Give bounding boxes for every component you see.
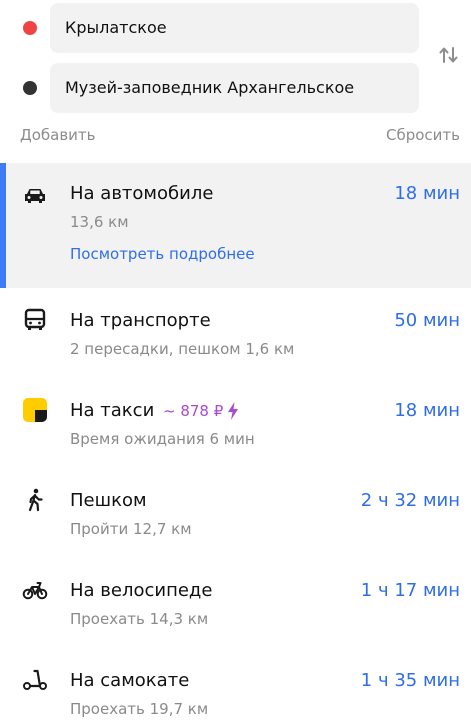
route-title: На велосипеде [70,580,213,601]
route-details-link[interactable]: Посмотреть подробнее [70,245,255,263]
route-option-scooter[interactable]: На самокате 1 ч 35 мин Проехать 19,7 км [0,650,471,723]
route-option-transit[interactable]: На транспорте 50 мин 2 пересадки, пешком… [0,290,471,374]
route-point-end: Музей-заповедник Архангельское [0,63,471,113]
bicycle-icon [22,582,48,600]
end-point-dot [23,81,37,95]
route-option-taxi[interactable]: На такси ~ 878 ₽ 18 мин Время ожидания 6… [0,380,471,464]
route-title: На транспорте [70,310,211,331]
route-option-bicycle[interactable]: На велосипеде 1 ч 17 мин Проехать 14,3 к… [0,560,471,644]
route-details: Пройти 12,7 км [70,520,192,538]
route-option-walk[interactable]: Пешком 2 ч 32 мин Пройти 12,7 км [0,470,471,554]
taxi-price: ~ 878 ₽ [163,402,224,420]
route-point-start: Крылатское [0,3,471,53]
taxi-wait-time: Время ожидания 6 мин [70,430,255,448]
route-actions: Добавить Сбросить [0,126,471,148]
scooter-icon [23,669,47,690]
pedestrian-icon [28,488,43,512]
end-point-field[interactable]: Музей-заповедник Архангельское [50,63,419,113]
start-point-field[interactable]: Крылатское [50,3,419,53]
car-icon [25,189,45,203]
reset-route-button[interactable]: Сбросить [386,126,460,144]
selected-indicator [0,163,6,288]
route-time: 18 мин [394,400,460,421]
route-time: 1 ч 17 мин [360,580,460,601]
route-title: На такси [70,400,155,421]
start-point-dot [23,21,37,35]
route-title: На самокате [70,670,190,691]
route-option-car[interactable]: На автомобиле 18 мин 13,6 км Посмотреть … [0,163,471,288]
route-title: На автомобиле [70,183,214,204]
route-time: 50 мин [394,310,460,331]
route-distance: 13,6 км [70,213,129,231]
lightning-icon [228,402,238,420]
bus-icon [24,308,46,330]
route-details: 2 пересадки, пешком 1,6 км [70,340,295,358]
add-point-button[interactable]: Добавить [20,126,96,144]
route-title: Пешком [70,490,147,511]
route-time: 18 мин [394,183,460,204]
route-details: Проехать 14,3 км [70,610,209,628]
route-time: 1 ч 35 мин [360,670,460,691]
taxi-icon [23,398,47,422]
swap-points-icon[interactable] [438,44,460,66]
route-details: Проехать 19,7 км [70,700,209,718]
route-time: 2 ч 32 мин [360,490,460,511]
